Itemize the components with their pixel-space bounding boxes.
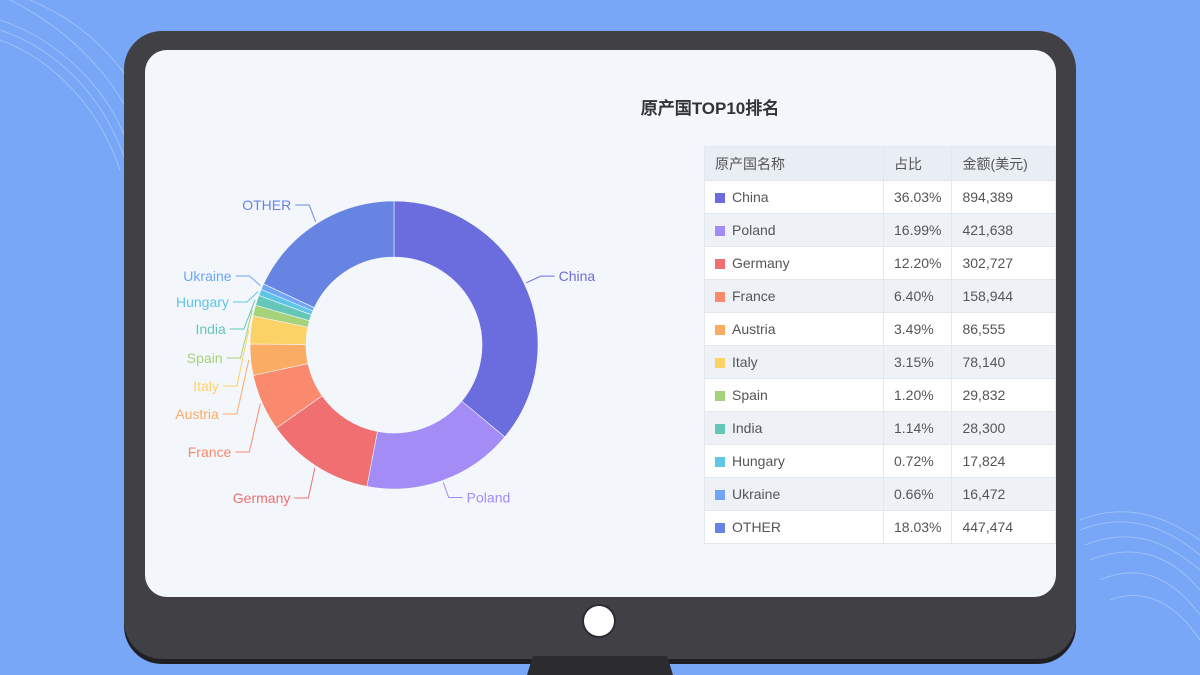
cell-country: Austria <box>704 312 884 346</box>
legend-swatch <box>715 358 725 368</box>
cell-amount: 421,638 <box>951 213 1056 247</box>
slice-label-france: France <box>188 444 232 460</box>
header-percent: 占比 <box>882 146 953 181</box>
country-name: China <box>732 189 769 205</box>
cell-amount: 302,727 <box>951 246 1056 280</box>
cell-amount: 28,300 <box>951 411 1056 445</box>
cell-country: India <box>704 411 884 445</box>
table-row: Ukraine 0.66% 16,472 <box>704 477 1056 511</box>
cell-country: Spain <box>704 378 884 412</box>
cell-amount: 158,944 <box>951 279 1056 313</box>
slice-label-austria: Austria <box>175 406 219 422</box>
table-row: OTHER 18.03% 447,474 <box>704 510 1056 544</box>
leader-line-hungary <box>232 291 259 303</box>
ranking-table: 原产国名称 占比 金额(美元) China 36.03% 894,389 Poland… <box>704 146 1056 544</box>
country-name: Poland <box>732 222 776 238</box>
legend-swatch <box>715 193 725 203</box>
table-row: Hungary 0.72% 17,824 <box>704 444 1056 478</box>
cell-amount: 29,832 <box>951 378 1056 412</box>
country-name: Austria <box>732 321 776 337</box>
country-name: India <box>732 420 763 436</box>
slice-label-italy: Italy <box>193 378 219 394</box>
table-row: Austria 3.49% 86,555 <box>704 312 1056 346</box>
cell-country: OTHER <box>704 510 884 544</box>
slice-label-other: OTHER <box>242 197 291 213</box>
cell-amount: 78,140 <box>951 345 1056 379</box>
cell-percent: 0.72% <box>882 444 953 478</box>
cell-country: France <box>704 279 884 313</box>
header-country: 原产国名称 <box>704 146 884 181</box>
cell-amount: 447,474 <box>951 510 1056 544</box>
header-amount: 金额(美元) <box>951 146 1056 181</box>
legend-swatch <box>715 292 725 302</box>
legend-swatch <box>715 259 725 269</box>
slice-label-spain: Spain <box>187 350 223 366</box>
table-row: China 36.03% 894,389 <box>704 180 1056 214</box>
legend-swatch <box>715 457 725 467</box>
table-row: Poland 16.99% 421,638 <box>704 213 1056 247</box>
country-name: Hungary <box>732 453 785 469</box>
power-button[interactable] <box>584 606 614 636</box>
table-row: India 1.14% 28,300 <box>704 411 1056 445</box>
cell-amount: 17,824 <box>951 444 1056 478</box>
cell-percent: 3.49% <box>882 312 953 346</box>
slice-label-poland: Poland <box>467 489 511 505</box>
country-name: Ukraine <box>732 486 781 502</box>
slice-label-india: India <box>195 321 226 337</box>
cell-country: China <box>704 180 884 214</box>
slice-label-germany: Germany <box>233 490 291 506</box>
cell-percent: 6.40% <box>882 279 953 313</box>
table-row: Spain 1.20% 29,832 <box>704 378 1056 412</box>
legend-swatch <box>715 523 725 533</box>
country-name: OTHER <box>732 519 781 535</box>
country-name: Italy <box>732 354 758 370</box>
legend-swatch <box>715 325 725 335</box>
cell-country: Ukraine <box>704 477 884 511</box>
leader-line-germany <box>294 467 316 499</box>
legend-swatch <box>715 391 725 401</box>
cell-percent: 16.99% <box>882 213 953 247</box>
slice-china[interactable] <box>393 200 539 438</box>
donut-chart: China Poland Germany France Austria Italy Spai… <box>175 197 596 506</box>
cell-country: Hungary <box>704 444 884 478</box>
cell-amount: 86,555 <box>951 312 1056 346</box>
legend-swatch <box>715 424 725 434</box>
cell-country: Poland <box>704 213 884 247</box>
cell-percent: 1.14% <box>882 411 953 445</box>
table-row: Germany 12.20% 302,727 <box>704 246 1056 280</box>
monitor-screen: 原产国TOP10排名 China Poland Germany France Austr… <box>145 50 1056 597</box>
leader-line-other <box>295 204 317 222</box>
leader-line-austria <box>222 359 250 415</box>
cell-percent: 3.15% <box>882 345 953 379</box>
table-body: China 36.03% 894,389 Poland 16.99% 421,638 Ger… <box>704 180 1056 544</box>
table-header-row: 原产国名称 占比 金额(美元) <box>704 146 1056 181</box>
cell-percent: 36.03% <box>882 180 953 214</box>
cell-amount: 894,389 <box>951 180 1056 214</box>
monitor-stand <box>527 656 673 675</box>
slice-label-china: China <box>559 268 596 284</box>
leader-line-china <box>525 275 555 284</box>
slice-label-ukraine: Ukraine <box>183 268 231 284</box>
cell-percent: 1.20% <box>882 378 953 412</box>
leader-line-ukraine <box>235 275 261 287</box>
leader-line-france <box>235 403 261 453</box>
cell-country: Italy <box>704 345 884 379</box>
slice-label-hungary: Hungary <box>176 294 229 310</box>
cell-amount: 16,472 <box>951 477 1056 511</box>
leader-line-poland <box>442 482 463 498</box>
slice-other[interactable] <box>263 200 395 309</box>
cell-percent: 18.03% <box>882 510 953 544</box>
country-name: Spain <box>732 387 768 403</box>
country-name: France <box>732 288 776 304</box>
legend-swatch <box>715 226 725 236</box>
country-name: Germany <box>732 255 790 271</box>
cell-country: Germany <box>704 246 884 280</box>
table-row: France 6.40% 158,944 <box>704 279 1056 313</box>
cell-percent: 0.66% <box>882 477 953 511</box>
table-row: Italy 3.15% 78,140 <box>704 345 1056 379</box>
legend-swatch <box>715 490 725 500</box>
cell-percent: 12.20% <box>882 246 953 280</box>
